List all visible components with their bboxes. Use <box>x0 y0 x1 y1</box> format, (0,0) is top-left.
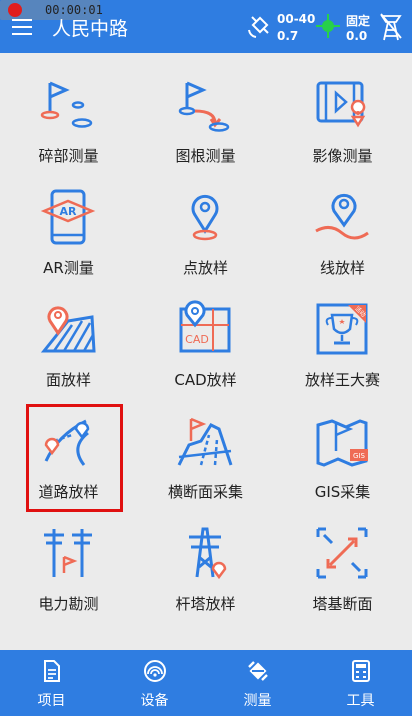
grid-item-point-stakeout[interactable]: 点放样 <box>137 165 274 277</box>
calculator-icon <box>352 660 370 682</box>
fix-status: 固定 <box>346 14 371 28</box>
grid-item-label: 图根测量 <box>175 147 236 165</box>
svg-text:CAD: CAD <box>185 333 209 346</box>
grid-item-detail-survey[interactable]: 碎部测量 <box>0 53 137 165</box>
grid-item-label: 塔基断面 <box>312 595 373 613</box>
grid-item-line-stakeout[interactable]: 线放样 <box>274 165 411 277</box>
grid-item-control-survey[interactable]: 图根测量 <box>137 53 274 165</box>
grid-item-tower-base-section[interactable]: 塔基断面 <box>274 501 411 613</box>
nav-device[interactable]: 设备 <box>103 650 206 716</box>
grid-item-label: GIS采集 <box>314 483 371 501</box>
pin-icon <box>191 194 219 241</box>
grid-item-label: 电力勘测 <box>38 595 99 613</box>
grid-item-label: AR测量 <box>43 259 94 277</box>
grid-item-ar-survey[interactable]: AR AR测量 <box>0 165 137 277</box>
trophy-icon: 活动 <box>316 303 368 355</box>
bottom-navigation: 项目 设备 测量 工具 <box>0 650 412 716</box>
nav-label: 工具 <box>346 693 375 709</box>
nav-label: 项目 <box>37 693 66 709</box>
grid-item-label: 放样王大赛 <box>304 371 380 389</box>
pin-line-icon <box>315 193 369 240</box>
cross-section-icon <box>177 417 233 466</box>
grid-item-label: 影像测量 <box>312 147 373 165</box>
satellite-icon[interactable] <box>246 12 274 40</box>
flag-path-icon <box>178 81 230 132</box>
grid-item-tower-stakeout[interactable]: 杆塔放样 <box>137 501 274 613</box>
device-icon <box>144 660 166 682</box>
menu-icon[interactable] <box>12 19 32 35</box>
grid-item-partial[interactable] <box>137 613 274 650</box>
flag-points-icon <box>40 81 93 128</box>
record-dot-icon[interactable] <box>8 3 22 17</box>
nav-label: 设备 <box>140 693 169 709</box>
base-station-icon[interactable] <box>377 12 405 42</box>
grid-item-power-survey[interactable]: 电力勘测 <box>0 501 137 613</box>
ar-phone-icon: AR <box>40 189 96 245</box>
grid-item-cross-section[interactable]: 横断面采集 <box>137 389 274 501</box>
satellite-pdop: 0.7 <box>277 29 299 43</box>
top-bar: 00:00:01 人民中路 00-40 0.7 固定 0.0 <box>0 0 412 53</box>
grid-item-image-survey[interactable]: 影像测量 <box>274 53 411 165</box>
grid-item-area-stakeout[interactable]: 面放样 <box>0 277 137 389</box>
nav-tools[interactable]: 工具 <box>309 650 412 716</box>
svg-text:GIS: GIS <box>353 452 365 460</box>
document-icon <box>44 660 60 682</box>
grid-item-label: 点放样 <box>182 259 228 277</box>
grid-item-gis-collect[interactable]: GIS GIS采集 <box>274 389 411 501</box>
project-title: 人民中路 <box>52 18 129 40</box>
nav-label: 测量 <box>243 693 272 709</box>
grid-item-label: 碎部测量 <box>38 147 99 165</box>
power-pole-icon <box>44 529 92 577</box>
nav-survey[interactable]: 测量 <box>206 650 309 716</box>
grid-item-label: 杆塔放样 <box>175 595 236 613</box>
grid-item-label: 面放样 <box>45 371 91 389</box>
fix-accuracy: 0.0 <box>346 29 368 43</box>
partial-icon <box>175 635 235 650</box>
partial-icon <box>38 635 98 650</box>
function-grid: 碎部测量 图根测量 影像测量 AR AR测量 点放样 线放样 面放样 CAD C… <box>0 53 412 650</box>
grid-item-label: 线放样 <box>319 259 365 277</box>
fix-status-icon[interactable] <box>314 12 342 40</box>
pin-area-icon <box>40 306 96 353</box>
satellite-count: 00-40 <box>277 12 316 26</box>
nav-project[interactable]: 项目 <box>0 650 103 716</box>
grid-item-stakeout-contest[interactable]: 活动 放样王大赛 <box>274 277 411 389</box>
grid-item-partial[interactable] <box>0 613 137 650</box>
tower-base-icon <box>316 527 368 579</box>
tower-pin-icon <box>189 527 227 580</box>
grid-item-cad-stakeout[interactable]: CAD CAD放样 <box>137 277 274 389</box>
cad-pin-icon: CAD <box>179 300 231 353</box>
video-pin-icon <box>316 81 366 128</box>
grid-item-label: CAD放样 <box>174 371 237 389</box>
selected-highlight <box>26 404 123 512</box>
survey-icon <box>248 661 268 681</box>
svg-text:AR: AR <box>60 205 78 218</box>
grid-item-label: 横断面采集 <box>167 483 243 501</box>
gis-flag-icon: GIS <box>316 419 368 467</box>
